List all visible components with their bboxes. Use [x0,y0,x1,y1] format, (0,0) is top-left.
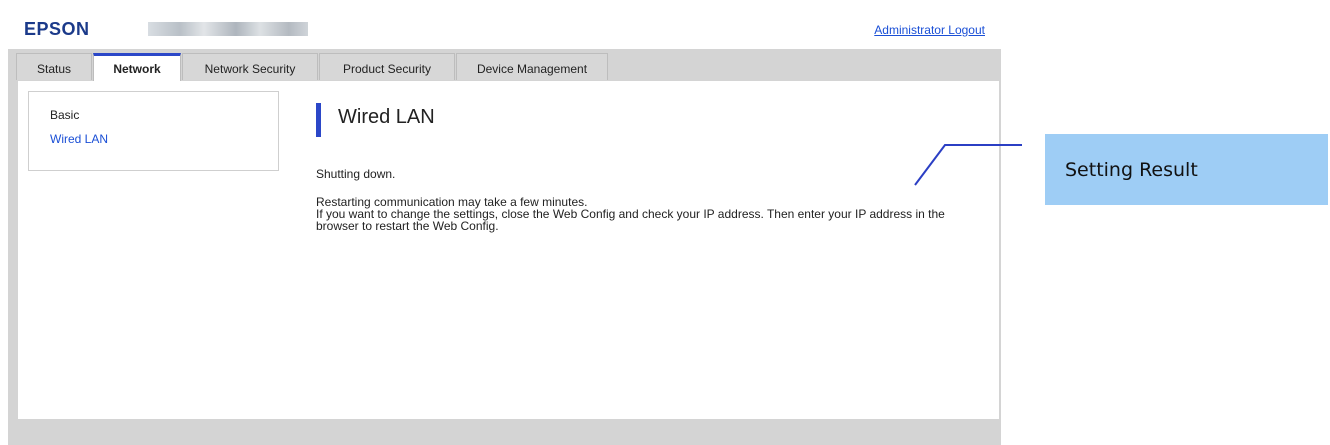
callout-label: Setting Result [1065,159,1198,181]
restart-instructions: Restarting communication may take a few … [316,196,986,232]
web-config-window: EPSON Administrator Logout Status Networ… [8,9,1001,445]
tab-network[interactable]: Network [93,53,181,82]
main-content: Basic Wired LAN Wired LAN Shutting down.… [18,81,999,419]
status-message: Shutting down. [316,167,396,181]
epson-logo: EPSON [24,19,90,39]
tab-status[interactable]: Status [16,53,92,80]
tab-device-management[interactable]: Device Management [456,53,608,80]
sidebar-item-wired-lan[interactable]: Wired LAN [50,132,108,146]
tab-network-security[interactable]: Network Security [182,53,318,80]
title-accent-bar [316,103,321,137]
setting-result-callout: Setting Result [1045,134,1328,205]
page-title: Wired LAN [338,106,435,128]
sidebar-menu: Basic Wired LAN [28,91,279,171]
header-bar: EPSON Administrator Logout [8,9,1001,49]
instruction-line: browser to restart the Web Config. [316,219,499,233]
administrator-logout-link[interactable]: Administrator Logout [874,23,985,37]
sidebar-item-basic[interactable]: Basic [50,108,79,122]
printer-name-redacted [148,22,308,36]
tab-product-security[interactable]: Product Security [319,53,455,80]
